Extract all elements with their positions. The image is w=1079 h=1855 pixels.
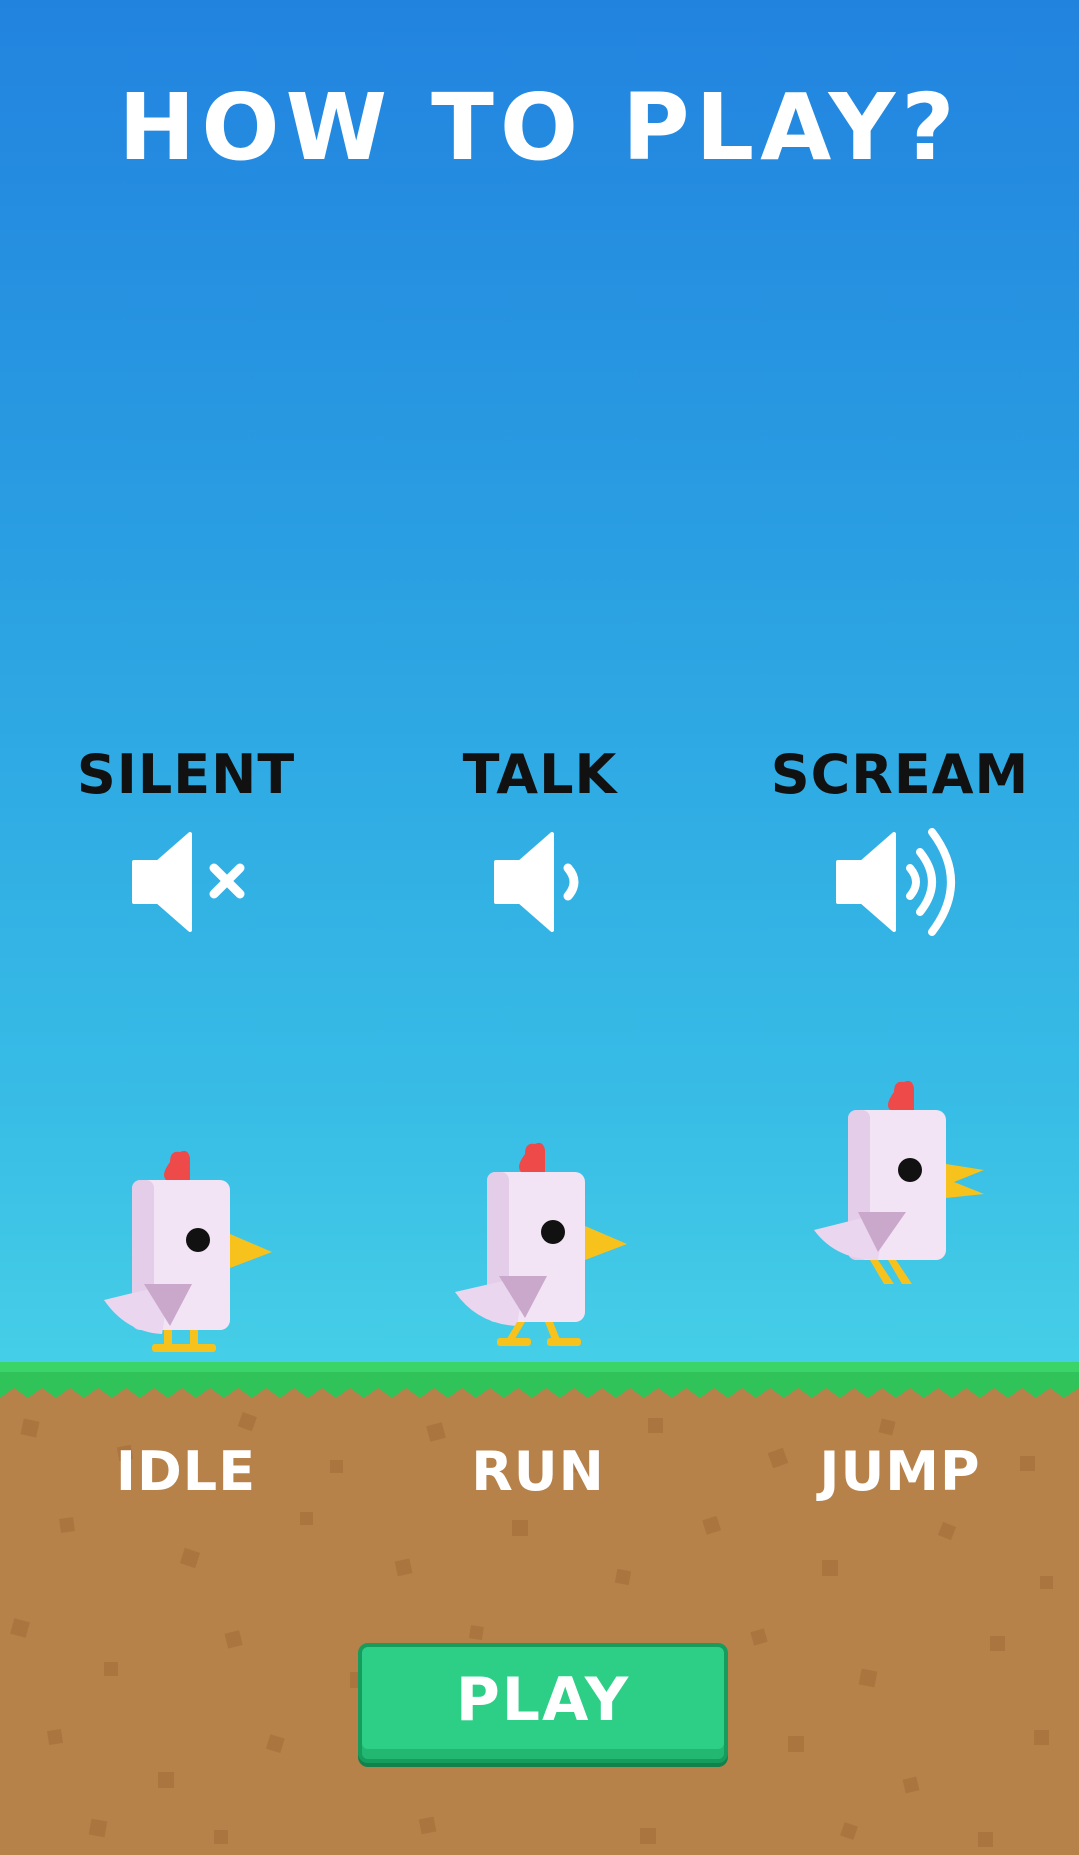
voice-label-talk: TALK <box>462 743 618 806</box>
chicken-idle-icon <box>96 1148 286 1368</box>
action-label-run: RUN <box>471 1440 605 1503</box>
speaker-muted-icon <box>128 822 268 942</box>
page-title: HOW TO PLAY? <box>118 74 961 181</box>
voice-label-scream: SCREAM <box>770 743 1030 806</box>
chicken-jump-icon <box>808 1078 998 1298</box>
action-label-jump: JUMP <box>819 1440 981 1503</box>
voice-label-silent: SILENT <box>76 743 296 806</box>
speaker-low-icon <box>490 822 630 942</box>
speaker-loud-icon <box>836 822 976 942</box>
how-to-play-screen: HOW TO PLAY? SILENT TALK SCREAM IDLE RUN… <box>0 0 1079 1855</box>
play-button[interactable]: PLAY <box>358 1643 728 1763</box>
action-label-idle: IDLE <box>115 1440 257 1503</box>
grass-strip <box>0 1362 1079 1402</box>
chicken-run-icon <box>447 1140 637 1360</box>
